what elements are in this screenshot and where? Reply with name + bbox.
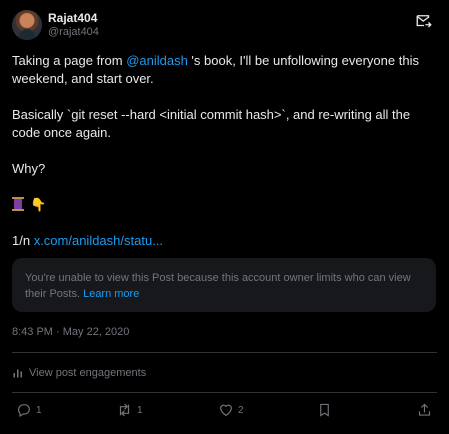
repost-count: 1: [137, 404, 143, 416]
post-text: Taking a page from @anildash 's book, I'…: [12, 52, 432, 268]
like-button[interactable]: 2: [218, 402, 244, 418]
subscribe-button[interactable]: [415, 12, 435, 32]
share-button[interactable]: [417, 402, 436, 418]
user-names: Rajat404 @rajat404: [48, 11, 99, 39]
mention-link[interactable]: @anildash: [126, 53, 188, 68]
share-icon: [418, 403, 431, 416]
author-display-name[interactable]: Rajat404: [48, 11, 99, 25]
post-card: Rajat404 @rajat404 Taking a page from @a…: [0, 0, 449, 434]
reply-count: 1: [36, 404, 42, 416]
like-count: 2: [238, 404, 244, 416]
post-paragraph-1: Taking a page from @anildash 's book, I'…: [12, 52, 432, 88]
post-line1-prefix: Taking a page from: [12, 53, 127, 68]
post-paragraph-emoji: 👇: [12, 196, 432, 214]
post-header: Rajat404 @rajat404: [12, 10, 437, 44]
thread-link[interactable]: x.com/anildash/statu...: [34, 233, 163, 248]
thread-counter: 1/n: [12, 233, 34, 248]
repost-button[interactable]: 1: [116, 402, 143, 418]
divider: [12, 392, 437, 393]
thread-spool-icon: [12, 197, 24, 211]
reply-button[interactable]: 1: [16, 402, 42, 418]
limited-visibility-notice: You're unable to view this Post because …: [12, 258, 436, 312]
avatar[interactable]: [12, 10, 42, 40]
divider: [12, 352, 437, 353]
action-bar: 1 1 2: [0, 400, 449, 422]
envelope-arrow-icon: [416, 15, 432, 28]
post-paragraph-thread: 1/n x.com/anildash/statu...: [12, 232, 432, 250]
bookmark-icon: [320, 403, 329, 417]
engagements-label: View post engagements: [29, 367, 147, 379]
post-paragraph-2: Basically `git reset --hard <initial com…: [12, 107, 411, 140]
speech-bubble-icon: [18, 404, 30, 418]
post-timestamp[interactable]: 8:43 PM · May 22, 2020: [12, 326, 129, 338]
view-engagements-button[interactable]: View post engagements: [12, 367, 146, 379]
repost-arrows-icon: [119, 403, 130, 417]
pointing-down-icon: 👇: [30, 197, 47, 212]
bookmark-button[interactable]: [317, 402, 336, 418]
learn-more-link[interactable]: Learn more: [83, 288, 139, 300]
bar-chart-icon: [13, 369, 22, 378]
post-paragraph-3: Why?: [12, 161, 46, 176]
author-handle[interactable]: @rajat404: [48, 25, 99, 39]
heart-icon: [220, 404, 232, 417]
